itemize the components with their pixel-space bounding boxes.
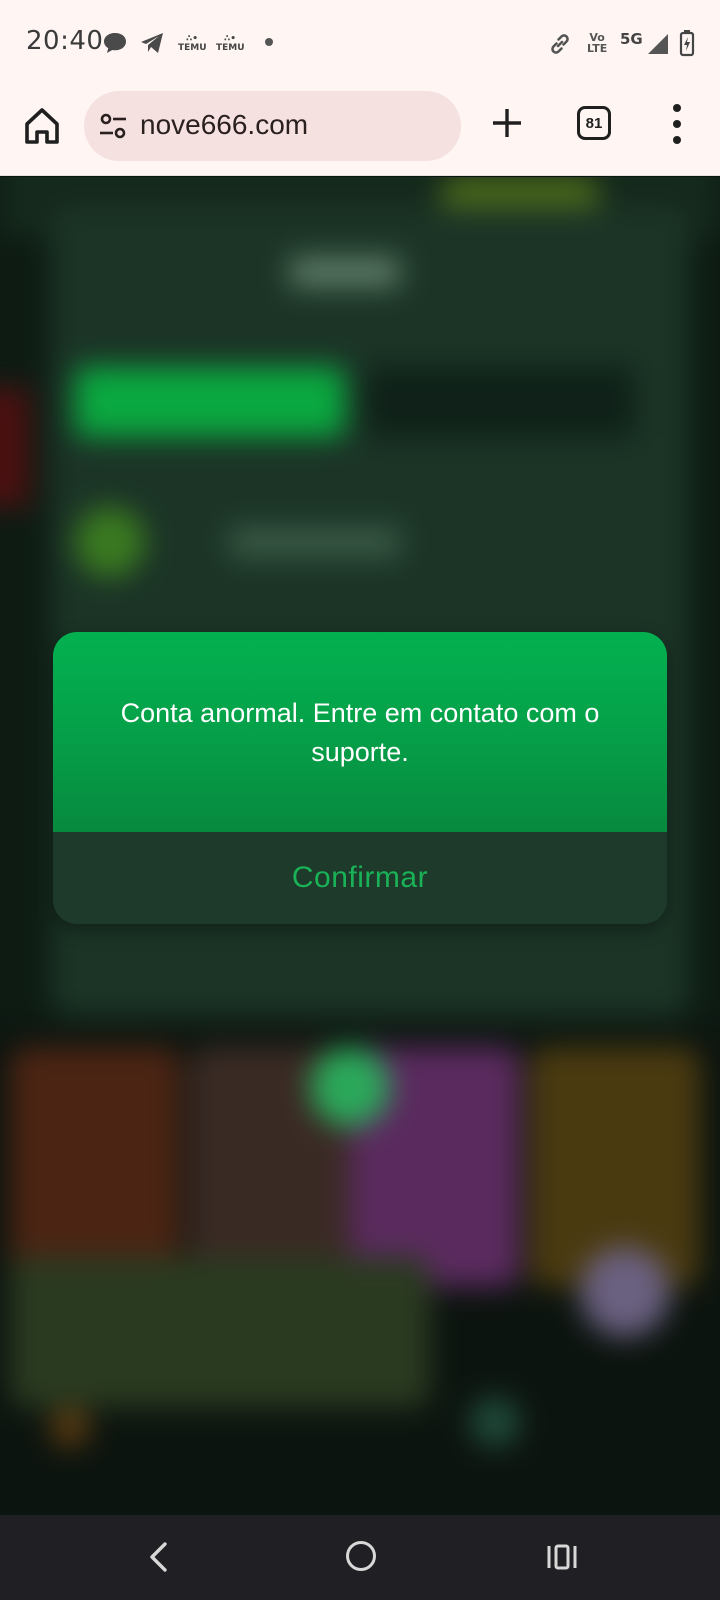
new-tab-plus-icon[interactable]	[490, 106, 524, 140]
status-bar: 20:40 ∴• TEMU ∴• TEMU Vo LTE 5G	[0, 0, 720, 84]
browser-toolbar: nove666.com 81	[0, 84, 720, 176]
home-icon[interactable]	[22, 104, 62, 148]
volte-icon: Vo LTE	[587, 32, 607, 54]
recents-icon[interactable]	[546, 1543, 578, 1571]
overflow-menu-icon[interactable]	[664, 104, 690, 144]
status-time: 20:40	[26, 26, 104, 56]
home-circle-icon[interactable]	[346, 1541, 376, 1571]
network-type: 5G	[620, 30, 643, 48]
dialog-header: Conta anormal. Entre em contato com o su…	[53, 632, 667, 832]
link-icon	[551, 34, 569, 54]
site-settings-icon[interactable]	[98, 112, 128, 140]
back-icon[interactable]	[145, 1540, 171, 1574]
address-bar[interactable]: nove666.com	[84, 91, 461, 161]
url-text[interactable]: nove666.com	[140, 109, 308, 141]
chat-bubble-icon	[104, 33, 126, 53]
confirm-button[interactable]: Confirmar	[53, 832, 667, 924]
temu-label: TEMU	[178, 43, 207, 53]
tab-count: 81	[585, 114, 603, 132]
battery-charging-icon	[679, 30, 695, 57]
temu-icon: ∴• TEMU	[178, 34, 207, 53]
system-nav-bar	[0, 1515, 720, 1600]
dialog-message: Conta anormal. Entre em contato com o su…	[120, 698, 600, 767]
volte-bottom: LTE	[587, 42, 608, 55]
temu-label: TEMU	[216, 43, 245, 53]
temu-icon: ∴• TEMU	[216, 34, 245, 53]
signal-icon	[648, 34, 668, 54]
alert-dialog: Conta anormal. Entre em contato com o su…	[53, 632, 667, 924]
telegram-icon	[141, 33, 163, 53]
tabs-icon[interactable]: 81	[577, 106, 611, 140]
more-dot-icon	[265, 38, 273, 46]
